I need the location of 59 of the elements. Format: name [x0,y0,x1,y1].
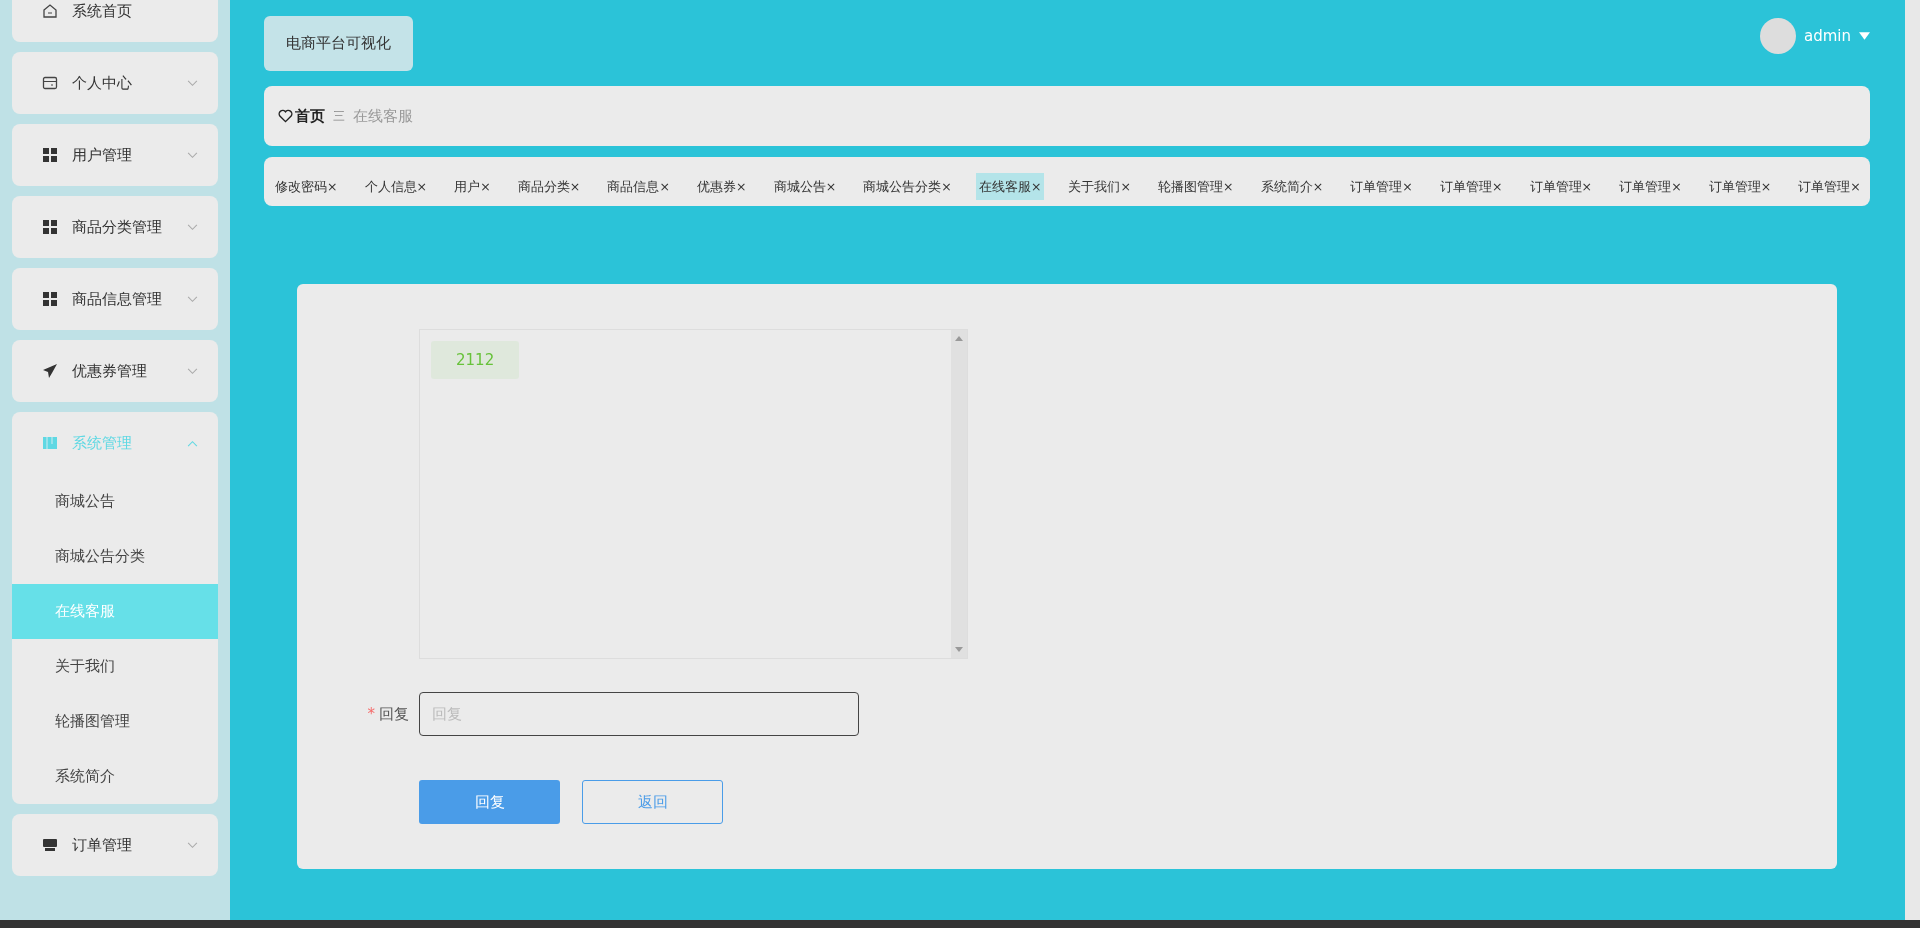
scrollbar[interactable] [951,330,967,658]
scroll-down-icon[interactable] [955,647,963,652]
tab[interactable]: 订单管理× [1436,173,1506,200]
tab[interactable]: 修改密码× [272,173,341,200]
tab[interactable]: 订单管理× [1347,173,1416,200]
app-title: 电商平台可视化 [264,16,413,71]
menu-item[interactable]: 商品信息管理 [12,268,218,330]
required-mark: * [367,704,375,723]
chevron-icon [187,439,198,447]
chevron-icon [187,151,198,159]
menu-item[interactable]: 优惠券管理 [12,340,218,402]
wallet-icon [42,75,58,91]
submenu-item[interactable]: 系统简介 [12,749,218,804]
tab[interactable]: 优惠券× [694,173,750,200]
heart-icon [278,109,293,123]
tab[interactable]: 关于我们× [1065,173,1134,200]
tab[interactable]: 用户× [451,173,494,200]
submenu-item[interactable]: 轮播图管理 [12,694,218,749]
submenu-item[interactable]: 商城公告 [12,474,218,529]
menu-item[interactable]: 订单管理 [12,814,218,876]
tab[interactable]: 商品分类× [514,173,584,200]
tab[interactable]: 订单管理× [1526,173,1595,200]
chevron-icon [187,295,198,303]
tab[interactable]: 系统简介× [1257,173,1327,200]
menu-item[interactable]: 个人中心 [12,52,218,114]
scroll-up-icon[interactable] [955,336,963,341]
tab[interactable]: 订单管理× [1705,173,1775,200]
field-label: 回复 [379,704,409,723]
chevron-icon [187,841,198,849]
tab[interactable]: 商品信息× [604,173,673,200]
home-icon [42,3,58,19]
submenu-item[interactable]: 商城公告分类 [12,529,218,584]
menu-item[interactable]: 系统首页 [12,0,218,42]
menu-item[interactable]: 用户管理 [12,124,218,186]
grid-icon [42,219,58,235]
tab[interactable]: 轮播图管理× [1155,173,1237,200]
tab[interactable]: 订单管理× [1795,173,1864,200]
submenu-item[interactable]: 关于我们 [12,639,218,694]
breadcrumb-home[interactable]: 首页 [295,106,325,126]
grid-icon [42,147,58,163]
chat-message: 2112 [431,341,520,379]
page-scrollbar[interactable] [1905,0,1920,920]
menu-item[interactable]: 商品分类管理 [12,196,218,258]
caret-icon[interactable] [1859,32,1870,40]
chevron-icon [187,79,198,87]
store-icon [42,837,58,853]
book-icon [42,435,58,451]
grid-icon [42,291,58,307]
tab[interactable]: 订单管理× [1616,173,1685,200]
paper-plane-icon [42,363,58,379]
breadcrumb-separator: 三 [333,107,345,125]
tab[interactable]: 商城公告分类× [860,173,955,200]
tab[interactable]: 个人信息× [361,173,431,200]
chevron-icon [187,223,198,231]
breadcrumb-current: 在线客服 [353,106,413,126]
chevron-icon [187,367,198,375]
tab[interactable]: 在线客服× [975,173,1045,200]
avatar-icon[interactable] [1760,18,1796,54]
tab[interactable]: 商城公告× [770,173,840,200]
